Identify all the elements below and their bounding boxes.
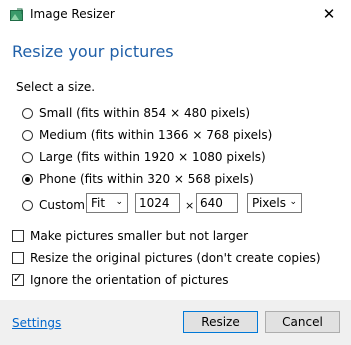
replace-originals-checkbox[interactable] [12,252,24,264]
small-label: Small (fits within 854 × 480 pixels) [39,106,251,120]
fit-mode-value: Fit [91,196,106,210]
option-ignore-orientation[interactable]: Ignore the orientation of pictures [12,271,228,289]
chevron-down-icon: ⌄ [289,197,297,207]
size-option-custom[interactable]: Custom [22,196,85,214]
small-radio[interactable] [22,107,33,119]
times-sign: × [185,199,195,212]
large-radio[interactable] [22,151,33,163]
custom-radio[interactable] [22,199,33,211]
image-resizer-icon [10,8,23,21]
size-option-phone[interactable]: Phone (fits within 320 × 568 pixels) [22,170,254,188]
window-title: Image Resizer [30,7,115,21]
unit-value: Pixels [252,196,287,210]
settings-link[interactable]: Settings [12,316,61,330]
shrink-only-checkbox[interactable] [12,230,24,242]
unit-select[interactable]: Pixels ⌄ [247,193,302,213]
chevron-down-icon: ⌄ [115,197,123,207]
size-prompt: Select a size. [16,80,96,94]
width-input[interactable]: 1024 [135,193,180,213]
phone-label: Phone (fits within 320 × 568 pixels) [39,172,254,186]
phone-radio[interactable] [22,173,33,185]
option-replace-originals[interactable]: Resize the original pictures (don't crea… [12,249,321,267]
ignore-orientation-label: Ignore the orientation of pictures [30,273,229,287]
size-option-small[interactable]: Small (fits within 854 × 480 pixels) [22,104,250,122]
shrink-only-label: Make pictures smaller but not larger [30,229,249,243]
custom-label: Custom [39,198,85,212]
height-input[interactable]: 640 [196,193,238,213]
ignore-orientation-checkbox[interactable] [12,272,24,286]
option-shrink-only[interactable]: Make pictures smaller but not larger [12,227,248,245]
cancel-button[interactable]: Cancel [265,311,340,333]
medium-label: Medium (fits within 1366 × 768 pixels) [39,128,273,142]
replace-originals-label: Resize the original pictures (don't crea… [30,251,321,265]
page-title: Resize your pictures [12,42,174,61]
title-bar: Image Resizer ✕ [0,0,351,30]
fit-mode-select[interactable]: Fit ⌄ [86,193,128,213]
size-option-large[interactable]: Large (fits within 1920 × 1080 pixels) [22,148,266,166]
resize-button[interactable]: Resize [183,311,258,333]
medium-radio[interactable] [22,129,33,141]
large-label: Large (fits within 1920 × 1080 pixels) [39,150,266,164]
close-icon[interactable]: ✕ [315,2,343,26]
size-option-medium[interactable]: Medium (fits within 1366 × 768 pixels) [22,126,272,144]
